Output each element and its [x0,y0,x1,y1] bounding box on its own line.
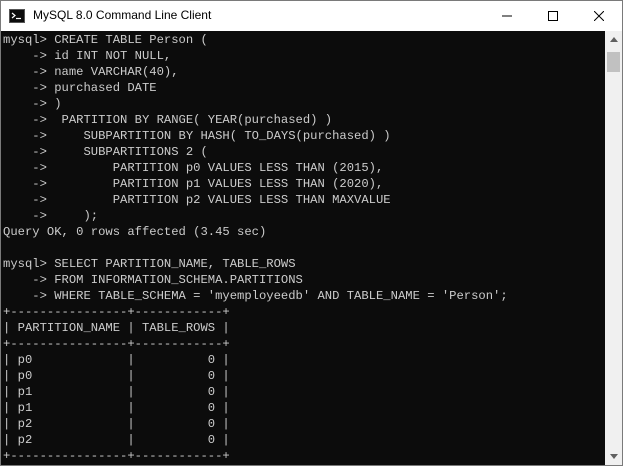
window-title: MySQL 8.0 Command Line Client [33,8,212,22]
table-row: | p2 | 0 | [3,433,230,447]
console-lines: mysql> CREATE TABLE Person ( -> id INT N… [3,32,508,464]
console-line: -> purchased DATE [3,81,157,95]
maximize-icon [548,11,558,21]
scroll-up-arrow-icon [609,37,618,42]
scroll-down-arrow-icon [609,454,618,459]
console-line: mysql> CREATE TABLE Person ( [3,33,208,47]
console-line: -> name VARCHAR(40), [3,65,179,79]
table-row: | p0 | 0 | [3,369,230,383]
console-line: -> SUBPARTITION BY HASH( TO_DAYS(purchas… [3,129,391,143]
table-border: +----------------+------------+ [3,449,230,463]
close-button[interactable] [576,1,622,31]
console-line: -> ); [3,209,99,223]
minimize-button[interactable] [484,1,530,31]
table-header-row: | PARTITION_NAME | TABLE_ROWS | [3,321,230,335]
table-row: | p2 | 0 | [3,417,230,431]
scroll-up-button[interactable] [605,31,622,48]
table-border: +----------------+------------+ [3,337,230,351]
close-icon [594,11,604,21]
console-line: mysql> SELECT PARTITION_NAME, TABLE_ROWS [3,257,296,271]
console-line: -> WHERE TABLE_SCHEMA = 'myemployeedb' A… [3,289,508,303]
minimize-icon [502,15,512,17]
console-output[interactable]: mysql> CREATE TABLE Person ( -> id INT N… [1,31,605,465]
scroll-down-button[interactable] [605,448,622,465]
scrollbar-thumb[interactable] [607,52,620,72]
console-line: Query OK, 0 rows affected (3.45 sec) [3,225,267,239]
console-app-icon[interactable] [9,9,25,23]
console-line: -> FROM INFORMATION_SCHEMA.PARTITIONS [3,273,303,287]
maximize-button[interactable] [530,1,576,31]
console-line: -> PARTITION BY RANGE( YEAR(purchased) ) [3,113,333,127]
table-row: | p1 | 0 | [3,401,230,415]
console-line: -> PARTITION p1 VALUES LESS THAN (2020), [3,177,384,191]
table-row: | p1 | 0 | [3,385,230,399]
table-border: +----------------+------------+ [3,305,230,319]
console-line: -> PARTITION p2 VALUES LESS THAN MAXVALU… [3,193,391,207]
vertical-scrollbar[interactable] [605,31,622,465]
console-window: MySQL 8.0 Command Line Client mysql> CRE… [0,0,623,466]
title-bar[interactable]: MySQL 8.0 Command Line Client [1,1,622,31]
table-row: | p0 | 0 | [3,353,230,367]
console-line: -> PARTITION p0 VALUES LESS THAN (2015), [3,161,384,175]
console-line: -> ) [3,97,62,111]
console-line: -> SUBPARTITIONS 2 ( [3,145,208,159]
console-line: -> id INT NOT NULL, [3,49,172,63]
